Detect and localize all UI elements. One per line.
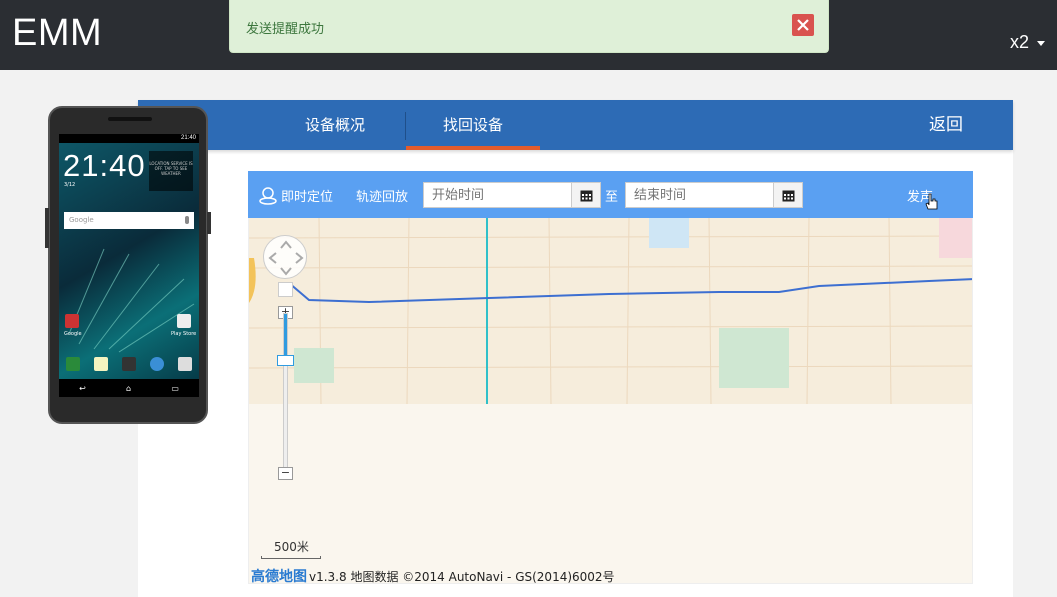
date-range-separator: 至 [605, 190, 619, 205]
pan-arrows-icon [268, 240, 304, 276]
phone-nav-keys: ↩ ⌂ ▭ [59, 379, 199, 397]
phone-dock [59, 354, 199, 374]
zoom-out-button[interactable]: − [278, 467, 293, 480]
map-attribution-text: v1.3.8 地图数据 ©2014 AutoNavi - GS(2014)600… [309, 569, 615, 584]
end-time-input[interactable] [625, 182, 775, 208]
chevron-down-icon [1037, 41, 1045, 46]
start-time-input[interactable] [423, 182, 573, 208]
recents-icon: ▭ [171, 383, 179, 393]
map-pan-control[interactable] [263, 235, 307, 279]
phone-clock: 21:40 [63, 148, 146, 183]
user-menu[interactable]: x2 [1010, 32, 1045, 53]
tab-device-overview[interactable]: 设备概况 [268, 100, 402, 150]
phone-power-button [207, 212, 211, 234]
camera-icon [178, 357, 192, 371]
map-attribution: 高德地图 v1.3.8 地图数据 ©2014 AutoNavi - GS(201… [251, 566, 615, 584]
phone-status-bar: 21:40 [59, 134, 199, 143]
calendar-icon [580, 190, 593, 202]
phone-search-placeholder: Google [69, 216, 94, 224]
phone-google-search: Google [64, 212, 194, 229]
alert-message: 发送提醒成功 [246, 22, 325, 37]
home-icon: ⌂ [126, 383, 132, 393]
end-calendar-button[interactable] [773, 182, 803, 208]
phone-side-button [45, 208, 49, 248]
map-tiles [249, 218, 972, 405]
amap-logo[interactable]: 高德地图 [251, 566, 307, 583]
start-calendar-button[interactable] [571, 182, 601, 208]
locate-now-button[interactable]: 即时定位 [281, 186, 333, 205]
play-store-icon [177, 314, 191, 328]
tab-bar: 设备概况 找回设备 返回 [138, 100, 1013, 150]
back-arrow-icon: ↩ [79, 383, 86, 393]
user-name: x2 [1009, 32, 1029, 52]
google-apps-icon [65, 314, 79, 328]
zoom-slider[interactable] [283, 313, 288, 473]
phone-date: 3/12 [64, 182, 76, 188]
zoom-slider-handle[interactable] [277, 355, 294, 366]
alert-close-button[interactable] [792, 14, 814, 36]
map-toolbar: 即时定位 轨迹回放 至 发声 [248, 171, 973, 218]
map-locate-dot-button[interactable] [278, 282, 293, 297]
map-area[interactable]: + − 500米 高德地图 v1.3.8 地图数据 ©2014 AutoNavi… [248, 218, 973, 584]
hand-cursor-icon [925, 193, 938, 210]
map-scale-label: 500米 [274, 540, 309, 554]
app-label-google: Google [64, 331, 82, 337]
phone-weather-widget: LOCATION SERVICE IS OFF. TAP TO SEE WEAT… [149, 151, 193, 191]
phone-screen: 21:40 21:40 LOCATION SERVICE IS OFF. TAP… [59, 134, 199, 397]
map-scale-bar [261, 556, 321, 559]
app-drawer-icon [122, 357, 136, 371]
phone-speaker [108, 117, 152, 121]
track-replay-button[interactable]: 轨迹回放 [356, 186, 408, 205]
messages-icon [94, 357, 108, 371]
calendar-icon [782, 190, 795, 202]
browser-globe-icon [150, 357, 164, 371]
location-pin-icon [259, 187, 277, 205]
app-label-play-store: Play Store [171, 331, 197, 337]
map-streets [249, 218, 972, 405]
tab-find-device[interactable]: 找回设备 [406, 100, 540, 150]
close-icon [797, 19, 809, 31]
device-phone-image: 21:40 21:40 LOCATION SERVICE IS OFF. TAP… [45, 106, 211, 424]
mic-icon [185, 216, 189, 224]
success-alert: 发送提醒成功 [229, 0, 829, 53]
back-button[interactable]: 返回 [929, 100, 963, 150]
app-brand[interactable]: EMM [12, 12, 102, 55]
phone-call-icon [66, 357, 80, 371]
